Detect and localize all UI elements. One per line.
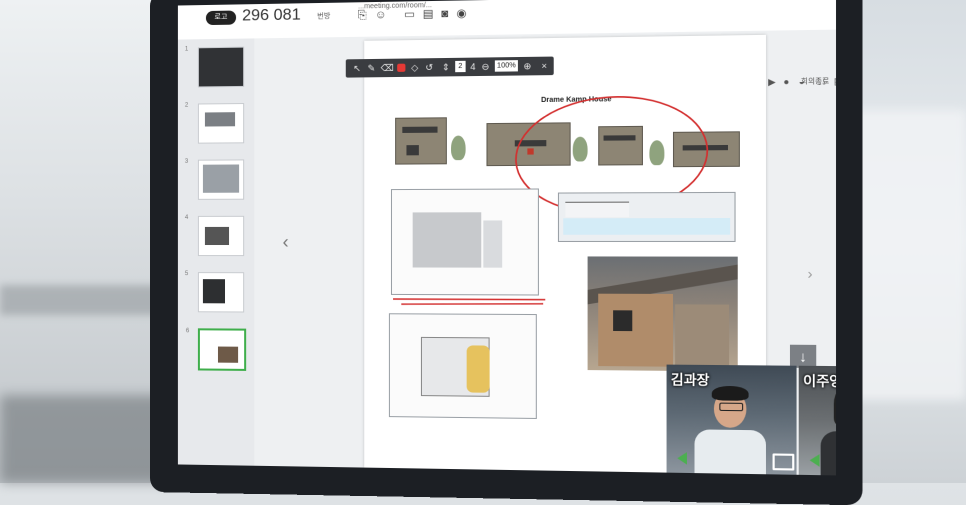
pointer-icon[interactable]: ↖	[352, 62, 362, 74]
thumbnail-item[interactable]: 2	[198, 103, 244, 144]
thumbnail-item[interactable]: 1	[198, 47, 244, 88]
speaker-icon	[810, 454, 820, 467]
document-viewer: ‹ › Drame Kamp House ↓ ↖ ✎ ⌫ ◇ ↺ ⇕ 2 4 ⊖…	[254, 30, 836, 476]
thumbnail-sidebar: 1 2 3 4 5 6	[178, 38, 255, 465]
thumbnail-item[interactable]: 4	[198, 216, 244, 256]
end-meeting-label[interactable]: 회의종료	[801, 76, 829, 87]
participant-video[interactable]: 이주영	[799, 366, 836, 476]
laptop-icon[interactable]: ▭	[403, 8, 415, 20]
color-swatch-red[interactable]	[397, 64, 405, 72]
user-icon[interactable]: ☺	[375, 9, 387, 21]
background-desk	[0, 395, 170, 483]
record-icon[interactable]: ◉	[455, 8, 467, 20]
thumbnail-index: 2	[185, 103, 188, 109]
grid-icon[interactable]: ▦	[834, 76, 836, 88]
document-icon[interactable]: ▤	[422, 8, 434, 20]
app-logo[interactable]: 로고	[206, 11, 236, 26]
screen: 로고 296 081 번방 ...meeting.com/room/... ⎘ …	[178, 0, 836, 475]
pen-icon[interactable]: ✎	[366, 62, 376, 74]
room-number: 296 081	[242, 6, 301, 25]
thumbnail-index: 6	[186, 328, 189, 334]
close-icon[interactable]: ×	[539, 60, 550, 72]
zoom-in-icon[interactable]: ⊕	[522, 60, 533, 72]
zoom-level[interactable]: 100%	[495, 60, 518, 72]
page-up-icon[interactable]: ⇕	[441, 61, 451, 73]
annotation-underline	[391, 295, 547, 308]
elevation-drawing	[395, 117, 447, 164]
basement-plan-drawing	[389, 313, 537, 419]
monitor: 로고 296 081 번방 ...meeting.com/room/... ⎘ …	[150, 0, 862, 505]
participant-name: 이주영	[803, 370, 836, 390]
thumbnail-item-active[interactable]: 6	[198, 328, 246, 371]
share-icon[interactable]: ⎘	[356, 9, 368, 21]
tag-icon[interactable]: ◇	[410, 61, 420, 73]
floor-plan-drawing	[391, 188, 539, 295]
chevron-right-icon[interactable]: ›	[807, 265, 812, 282]
annotation-toolbar: ↖ ✎ ⌫ ◇ ↺ ⇕ 2 4 ⊖ 100% ⊕ ×	[346, 57, 554, 78]
thumbnail-index: 4	[185, 215, 188, 221]
speaker-icon	[677, 452, 687, 465]
thumbnail-index: 1	[185, 46, 188, 52]
room-number-suffix: 번방	[317, 11, 330, 21]
thumbnail-item[interactable]: 5	[198, 272, 244, 312]
video-icon[interactable]: ▶	[768, 77, 776, 89]
mic-icon[interactable]: ●	[783, 76, 789, 87]
building-photo	[588, 256, 738, 371]
participant-video[interactable]: 김과장	[667, 365, 797, 475]
section-drawing	[558, 192, 736, 242]
screen-share-icon[interactable]	[773, 453, 795, 470]
thumbnail-index: 3	[185, 159, 188, 165]
thumbnail-item[interactable]: 3	[198, 159, 244, 199]
thumbnail-index: 5	[185, 271, 188, 277]
eraser-icon[interactable]: ⌫	[381, 62, 391, 74]
camera-icon[interactable]: ◙	[439, 8, 451, 20]
zoom-out-icon[interactable]: ⊖	[480, 60, 490, 72]
background-partition	[846, 110, 966, 400]
tree-drawing	[451, 136, 466, 161]
page-total: 4	[468, 61, 478, 73]
undo-icon[interactable]: ↺	[424, 61, 434, 73]
chevron-left-icon[interactable]: ‹	[283, 232, 289, 253]
page-current[interactable]: 2	[455, 61, 465, 72]
participant-name: 김과장	[671, 369, 710, 389]
down-arrow-icon[interactable]: ↓	[790, 345, 816, 368]
background-shelf	[0, 285, 170, 315]
page-url: ...meeting.com/room/...	[358, 2, 432, 10]
